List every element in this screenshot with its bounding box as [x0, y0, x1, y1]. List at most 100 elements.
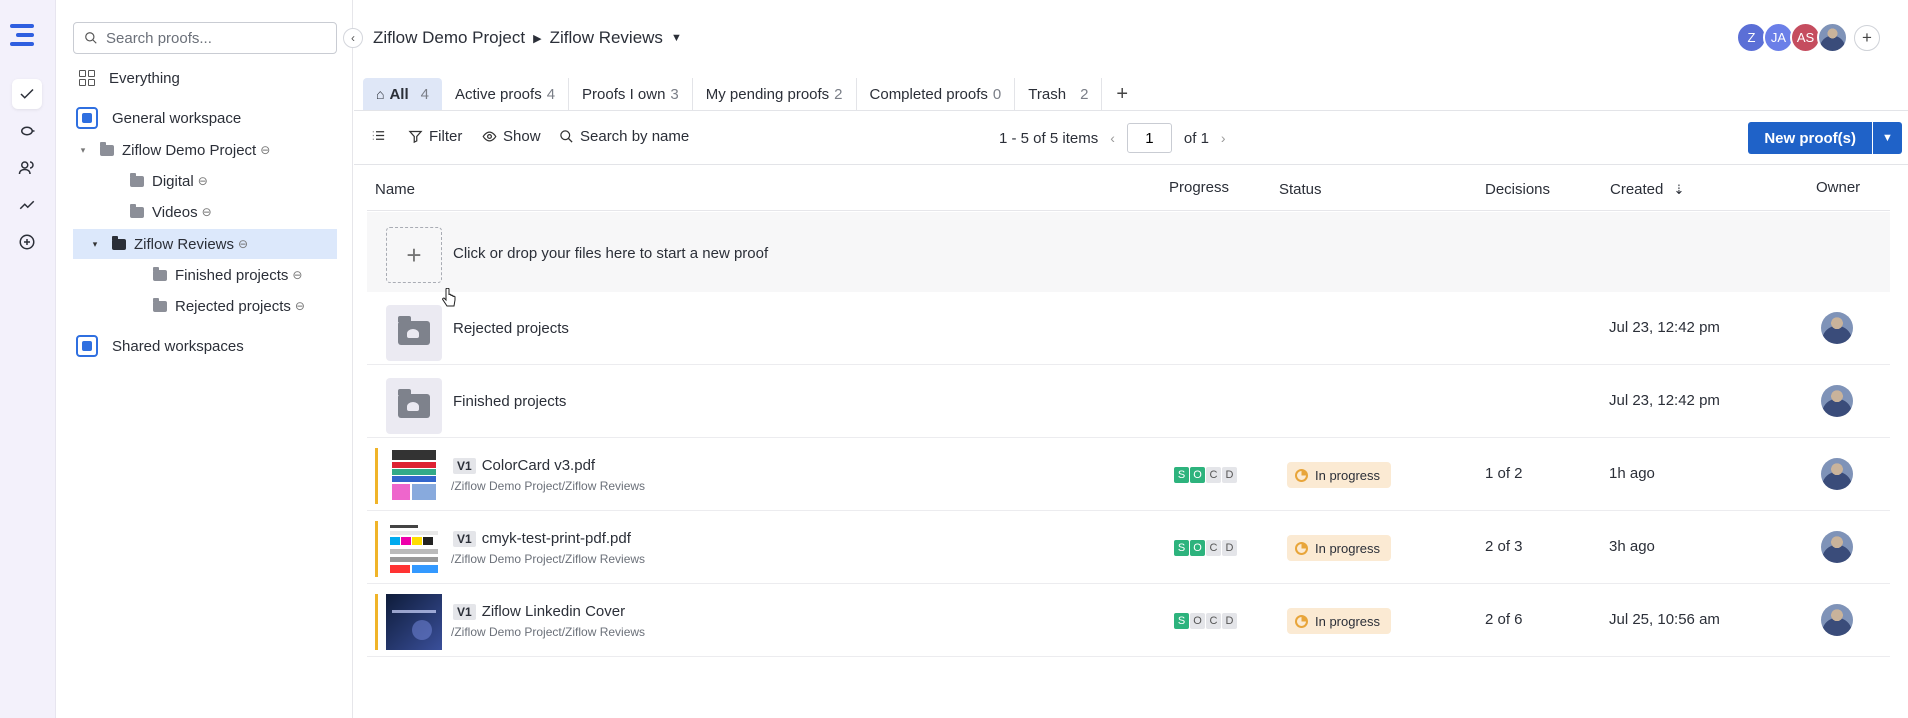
sidebar-item-finished-projects[interactable]: Finished projects ⊖ — [153, 260, 302, 290]
table-row[interactable]: Rejected projects Jul 23, 12:42 pm — [367, 292, 1890, 365]
progress-steps: SOCD — [1174, 613, 1237, 629]
sidebar-item-label: Shared workspaces — [112, 337, 244, 355]
chevron-down-icon[interactable]: ▾ — [76, 145, 90, 156]
search-proofs-input[interactable] — [106, 29, 326, 47]
progress-step: C — [1206, 613, 1221, 629]
row-decisions: 1 of 2 — [1485, 465, 1523, 482]
add-tab-button[interactable]: + — [1102, 83, 1142, 106]
page-input[interactable] — [1126, 123, 1172, 153]
breadcrumb-project[interactable]: Ziflow Demo Project — [373, 28, 525, 48]
search-by-name-button[interactable]: Search by name — [559, 128, 689, 145]
row-name[interactable]: Finished projects — [453, 393, 566, 410]
status-label: In progress — [1315, 467, 1381, 483]
add-member-button[interactable]: + — [1854, 24, 1880, 51]
in-progress-icon — [1295, 614, 1308, 628]
column-status[interactable]: Status — [1279, 181, 1322, 198]
sidebar-item-general-workspace[interactable]: General workspace — [76, 103, 241, 133]
table-row[interactable]: V1 ColorCard v3.pdf /Ziflow Demo Project/… — [367, 438, 1890, 511]
folder-icon — [153, 266, 167, 281]
tab-trash[interactable]: Trash 2 — [1015, 78, 1103, 110]
sidebar-item-project[interactable]: ▾ Ziflow Demo Project ⊖ — [76, 135, 270, 165]
list-icon — [372, 131, 385, 140]
table-row[interactable]: Finished projects Jul 23, 12:42 pm — [367, 365, 1890, 438]
folder-icon — [153, 297, 167, 312]
owner-avatar — [1821, 458, 1853, 490]
sidebar-item-label: Ziflow Demo Project — [122, 141, 257, 159]
status-label: In progress — [1315, 540, 1381, 556]
status-badge: In progress — [1287, 462, 1392, 488]
row-accent — [375, 594, 378, 650]
sidebar-item-rejected-projects[interactable]: Rejected projects ⊖ — [153, 291, 305, 321]
sidebar-item-label: Videos — [152, 203, 198, 221]
breadcrumb-folder[interactable]: Ziflow Reviews — [550, 28, 663, 48]
campaigns-icon[interactable] — [12, 116, 42, 146]
analytics-icon[interactable] — [12, 190, 42, 220]
proof-thumbnail[interactable] — [386, 448, 442, 504]
list-view-button[interactable] — [371, 128, 386, 143]
link-icon: ⊖ — [197, 174, 208, 188]
workspace-icon — [76, 335, 98, 357]
version-badge: V1 — [453, 604, 476, 620]
status-label: In progress — [1315, 613, 1381, 629]
progress-step: C — [1206, 467, 1221, 483]
sidebar-item-ziflow-reviews[interactable]: ▾ Ziflow Reviews ⊖ — [73, 229, 337, 259]
sidebar-search[interactable] — [73, 22, 337, 54]
proof-thumbnail[interactable] — [386, 594, 442, 650]
users-icon[interactable] — [12, 153, 42, 183]
column-progress[interactable]: Progress — [1169, 179, 1229, 196]
row-name[interactable]: cmyk-test-print-pdf.pdf — [482, 530, 631, 547]
chevron-down-icon[interactable]: ▼ — [1872, 122, 1902, 154]
column-owner[interactable]: Owner — [1816, 179, 1860, 196]
add-file-icon[interactable]: + — [386, 227, 442, 283]
owner-avatar — [1821, 531, 1853, 563]
owner-avatar — [1821, 604, 1853, 636]
filter-button[interactable]: Filter — [408, 128, 462, 145]
tab-active-proofs[interactable]: Active proofs 4 — [442, 78, 570, 110]
show-button[interactable]: Show — [482, 128, 541, 145]
next-page-icon[interactable]: › — [1221, 130, 1226, 146]
column-name[interactable]: Name — [375, 181, 415, 198]
chevron-down-icon[interactable]: ▾ — [88, 239, 102, 250]
sort-desc-icon[interactable]: ⇣ — [1674, 182, 1685, 197]
row-created: Jul 23, 12:42 pm — [1609, 392, 1720, 409]
tab-proofs-i-own[interactable]: Proofs I own 3 — [569, 78, 693, 110]
table-row[interactable]: V1 cmyk-test-print-pdf.pdf /Ziflow Demo P… — [367, 511, 1890, 584]
row-name[interactable]: Ziflow Linkedin Cover — [482, 603, 625, 620]
add-circle-icon[interactable] — [12, 227, 42, 257]
prev-page-icon[interactable]: ‹ — [1110, 130, 1115, 146]
new-proof-button[interactable]: New proof(s) — [1748, 122, 1872, 154]
tab-all[interactable]: ⌂ All 4 — [363, 78, 442, 110]
sidebar-item-shared-workspaces[interactable]: Shared workspaces — [76, 331, 244, 361]
sidebar-item-digital[interactable]: Digital ⊖ — [130, 166, 208, 196]
caret-down-icon[interactable]: ▼ — [671, 32, 682, 44]
tab-completed-proofs[interactable]: Completed proofs 0 — [857, 78, 1016, 110]
upload-dropzone[interactable]: + Click or drop your files here to start… — [367, 212, 1890, 292]
collapse-sidebar-button[interactable]: ‹ — [343, 28, 363, 48]
avatar-photo[interactable] — [1817, 22, 1848, 53]
row-path: /Ziflow Demo Project/Ziflow Reviews — [451, 552, 646, 566]
version-badge: V1 — [453, 458, 476, 474]
column-decisions[interactable]: Decisions — [1485, 181, 1550, 198]
tab-label: Active proofs — [454, 85, 542, 103]
row-decisions: 2 of 6 — [1485, 611, 1523, 628]
row-name[interactable]: ColorCard v3.pdf — [482, 457, 595, 474]
eye-icon — [482, 131, 497, 142]
link-icon: ⊖ — [238, 237, 249, 251]
sidebar-item-everything[interactable]: Everything — [79, 63, 180, 93]
proof-thumbnail[interactable] — [386, 521, 442, 577]
sidebar-item-label: Ziflow Reviews — [134, 235, 235, 253]
app-rail — [0, 0, 56, 718]
ziflow-logo[interactable] — [10, 24, 40, 54]
column-created[interactable]: Created ⇣ — [1610, 181, 1684, 198]
toolbar: Filter Show Search by name 1 - 5 of 5 it… — [354, 111, 1908, 165]
tab-count: 2 — [1080, 85, 1089, 103]
sidebar-item-videos[interactable]: Videos ⊖ — [130, 197, 212, 227]
proofs-check-icon[interactable] — [12, 79, 42, 109]
folder-icon — [398, 316, 430, 345]
tab-my-pending-proofs[interactable]: My pending proofs 2 — [693, 78, 857, 110]
table-row[interactable]: V1 Ziflow Linkedin Cover /Ziflow Demo Pro… — [367, 584, 1890, 657]
progress-step: C — [1206, 540, 1221, 556]
row-name[interactable]: Rejected projects — [453, 320, 569, 337]
filter-icon — [408, 130, 423, 144]
version-badge: V1 — [453, 531, 476, 547]
